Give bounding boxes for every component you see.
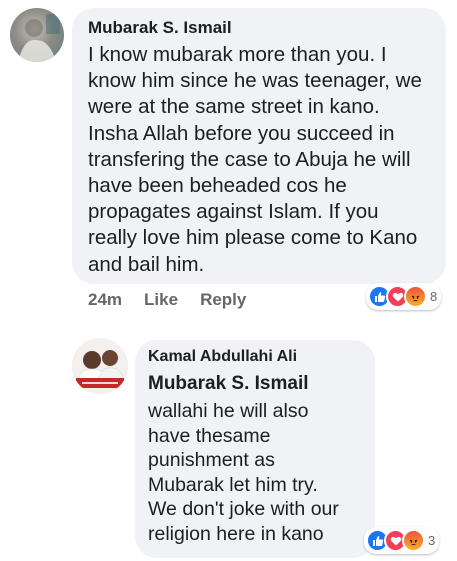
angry-icon [404, 285, 427, 308]
reply-text: wallahi he will also have thesame punish… [148, 400, 339, 545]
reaction-summary[interactable]: 8 [366, 283, 442, 310]
reply-button[interactable]: Reply [200, 290, 246, 310]
comment-actions: 24m Like Reply [88, 290, 246, 310]
replier-avatar[interactable] [72, 338, 128, 394]
reaction-summary[interactable]: 3 [364, 527, 440, 554]
comment-author[interactable]: Mubarak S. Ismail [88, 18, 232, 38]
reaction-count: 3 [428, 533, 436, 548]
comment-text: I know mubarak more than you. I know him… [88, 43, 422, 276]
reaction-count: 8 [430, 289, 438, 304]
angry-icon [402, 529, 425, 552]
reply-author[interactable]: Kamal Abdullahi Ali [148, 348, 297, 366]
like-button[interactable]: Like [144, 290, 178, 310]
mention-tag[interactable]: Mubarak S. Ismail [148, 373, 309, 395]
comment-timestamp[interactable]: 24m [88, 290, 122, 310]
commenter-avatar[interactable] [10, 8, 64, 62]
